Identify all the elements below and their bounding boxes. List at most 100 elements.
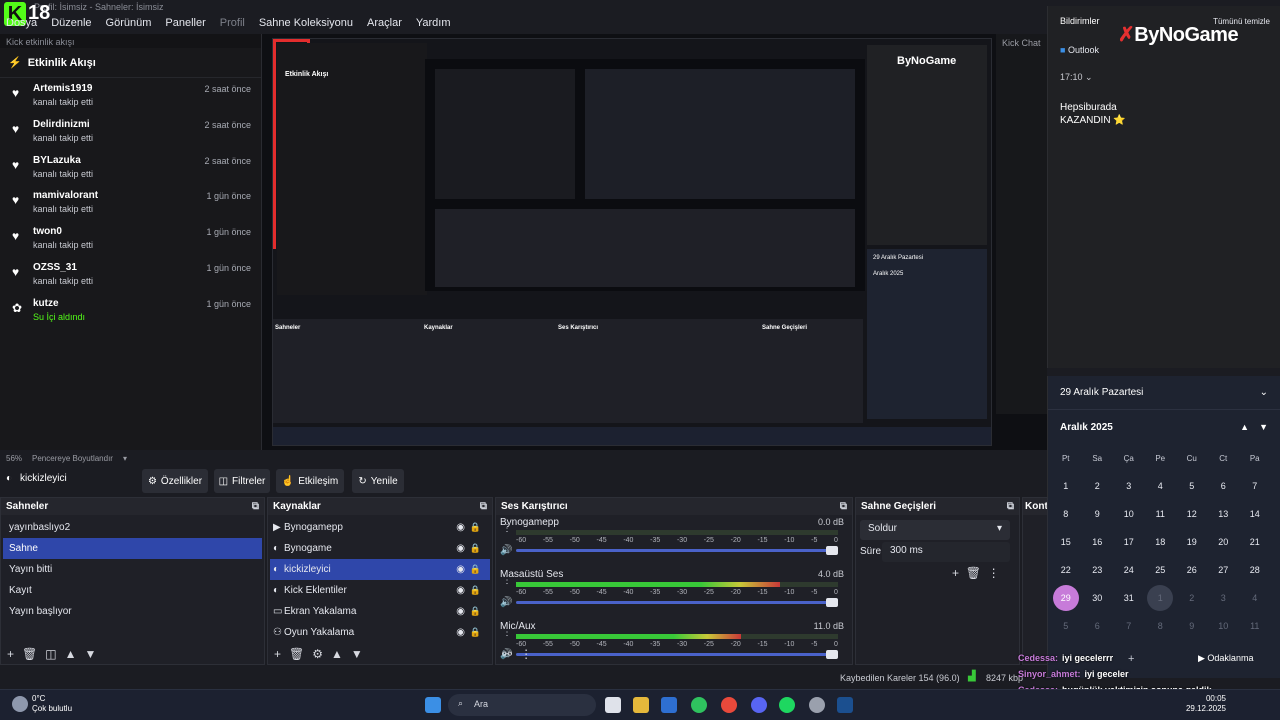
interact-button[interactable]: ☝ Etkileşim [276,469,344,493]
eye-icon[interactable]: ◉ [456,517,465,538]
properties-button[interactable]: ⚙ Özellikler [142,469,208,493]
windows-start-icon[interactable] [425,697,441,713]
eye-icon[interactable]: ◉ [456,538,465,559]
slider-knob[interactable] [826,546,838,555]
calendar-day[interactable]: 4 [1239,584,1271,612]
zoom-percent[interactable]: 56% [6,454,22,463]
calendar-day[interactable]: 18 [1145,528,1177,556]
lock-icon[interactable]: 🔒 [470,601,481,622]
dock-undock-icon[interactable]: ⧉ [480,501,487,512]
clear-all-button[interactable]: Tümünü temizle [1213,17,1270,26]
menu-tools[interactable]: Araçlar [367,14,402,32]
calendar-day[interactable]: 1 [1050,472,1082,500]
scene-item[interactable]: Sahne [3,538,262,559]
add-icon[interactable]: + [952,566,959,580]
menu-help[interactable]: Yardım [416,14,451,32]
calendar-day[interactable]: 11 [1145,500,1177,528]
calendar-day[interactable]: 4 [1145,472,1177,500]
file-explorer-icon[interactable] [633,697,649,713]
calendar-day[interactable]: 10 [1208,612,1240,640]
lock-icon[interactable]: 🔒 [470,559,481,580]
eye-icon[interactable]: ◉ [456,601,465,622]
eye-icon[interactable]: ◉ [456,622,465,643]
menu-scene-collection[interactable]: Sahne Koleksiyonu [259,14,353,32]
calendar-day[interactable]: 12 [1176,500,1208,528]
chevron-down-icon[interactable]: ⌄ [1260,387,1268,398]
calendar-date-header[interactable]: 29 Aralık Pazartesi ⌄ [1048,376,1280,410]
obs-icon[interactable] [809,697,825,713]
calendar-day[interactable]: 5 [1050,612,1082,640]
chevron-down-icon[interactable]: ▾ [123,454,127,463]
weather-widget[interactable]: 0°C Çok bulutlu [32,694,72,714]
calendar-day[interactable]: 20 [1208,528,1240,556]
steam-icon[interactable] [837,697,853,713]
spotify-icon[interactable] [779,697,795,713]
link-icon[interactable]: ⚯ [502,647,512,661]
feed-item[interactable]: ♥ Delirdinizmi kanalı takip etti 2 saat önc… [0,114,261,150]
calendar-day[interactable]: 25 [1145,556,1177,584]
more-icon[interactable]: ⋮ [988,566,1000,580]
month-nav[interactable]: ▲ ▼ [1240,422,1268,432]
outlook-icon[interactable] [661,697,677,713]
trash-icon[interactable]: 🗑 [289,647,304,661]
feed-item[interactable]: ♥ Artemis1919 kanalı takip etti 2 saat önce [0,78,261,114]
calendar-day[interactable]: 2 [1176,584,1208,612]
down-arrow-icon[interactable]: ▼ [84,647,96,661]
calendar-day[interactable]: 5 [1176,472,1208,500]
speaker-icon[interactable]: 🔊 [500,597,512,608]
source-item[interactable]: ◐ kickizleyici ◉ 🔒 [270,559,490,580]
calendar-day[interactable]: 6 [1082,612,1114,640]
lock-icon[interactable]: 🔒 [470,622,481,643]
more-icon[interactable]: ⋮ [502,523,512,534]
whatsapp-icon[interactable] [691,697,707,713]
trash-icon[interactable]: 🗑 [22,647,37,661]
dock-undock-icon[interactable]: ⧉ [252,501,259,512]
lock-icon[interactable]: 🔒 [470,538,481,559]
calendar-day[interactable]: 6 [1208,472,1240,500]
calendar-day[interactable]: 29 [1050,584,1082,612]
filters-button[interactable]: ◫ Filtreler [214,469,270,493]
feed-item[interactable]: ♥ mamivalorant kanalı takip etti 1 gün önce [0,185,261,221]
calendar-day[interactable]: 10 [1113,500,1145,528]
add-icon[interactable]: + [7,647,14,661]
menu-profile[interactable]: Profil [220,14,245,32]
calendar-day[interactable]: 30 [1082,584,1114,612]
calendar-day[interactable]: 15 [1050,528,1082,556]
more-icon[interactable]: ⋮ [502,627,512,638]
notif-time[interactable]: 17:10 ⌄ [1060,72,1093,83]
volume-slider[interactable] [516,650,838,659]
calendar-day[interactable]: 8 [1145,612,1177,640]
dock-undock-icon[interactable]: ⧉ [1007,501,1014,512]
calendar-day[interactable]: 31 [1113,584,1145,612]
calendar-day[interactable]: 11 [1239,612,1271,640]
slider-knob[interactable] [826,598,838,607]
source-item[interactable]: ◐ Kick Eklentiler ◉ 🔒 [270,580,490,601]
calendar-day[interactable]: 27 [1208,556,1240,584]
source-item[interactable]: ▶ Bynogamepp ◉ 🔒 [270,517,490,538]
down-arrow-icon[interactable]: ▼ [351,647,363,661]
calendar-day[interactable]: 2 [1082,472,1114,500]
zoom-mode[interactable]: Pencereye Boyutlandır [32,454,113,463]
calendar-day[interactable]: 26 [1176,556,1208,584]
filter-icon[interactable]: ◫ [45,647,56,661]
scene-item[interactable]: yayınbaslıyo2 [3,517,262,538]
calendar-day[interactable]: 21 [1239,528,1271,556]
feed-item[interactable]: ♥ BYLazuka kanalı takip etti 2 saat önce [0,150,261,186]
eye-icon[interactable]: ◉ [456,559,465,580]
duration-input[interactable]: 300 ms [882,542,1010,562]
speaker-icon[interactable]: 🔊 [500,545,512,556]
up-arrow-icon[interactable]: ▲ [331,647,343,661]
feed-item[interactable]: ♥ twon0 kanalı takip etti 1 gün önce [0,221,261,257]
calendar-day[interactable]: 7 [1113,612,1145,640]
lock-icon[interactable]: 🔒 [470,517,481,538]
source-item[interactable]: ▭ Ekran Yakalama ◉ 🔒 [270,601,490,622]
up-arrow-icon[interactable]: ▲ [65,647,77,661]
slider-knob[interactable] [826,650,838,659]
calendar-day[interactable]: 23 [1082,556,1114,584]
scene-item[interactable]: Yayın başlıyor [3,601,262,622]
calendar-day[interactable]: 9 [1082,500,1114,528]
volume-slider[interactable] [516,598,838,607]
calendar-day[interactable]: 24 [1113,556,1145,584]
refresh-button[interactable]: ↻ Yenile [352,469,404,493]
taskbar-search[interactable]: ⌕ Ara [448,694,596,716]
